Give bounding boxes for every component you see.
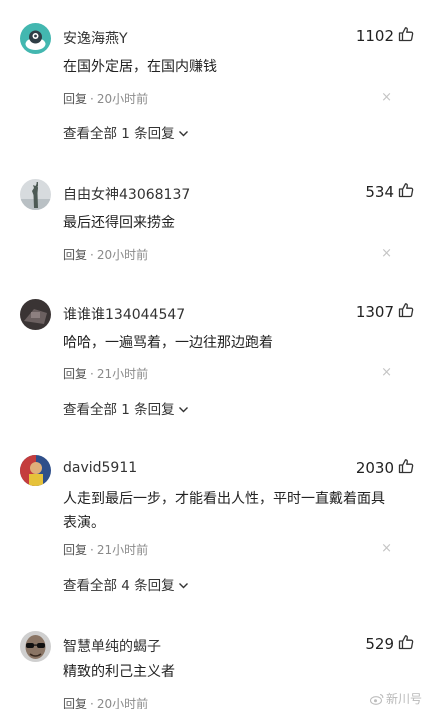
avatar[interactable] [20,631,51,662]
watermark-text: 新川号 [385,692,422,706]
comment-meta: 回复 · 21小时前 [63,365,148,382]
comment-meta: 回复 · 21小时前 [63,541,148,558]
close-icon[interactable]: × [381,91,392,105]
watermark: 新川号 [369,690,422,707]
chevron-down-icon [178,583,188,589]
like-count: 2030 [355,459,394,477]
thumbs-up-icon[interactable] [398,26,414,42]
thumbs-up-icon[interactable] [398,458,414,474]
reply-button[interactable]: 回复 [63,92,87,106]
view-replies-label: 查看全部 4 条回复 [63,578,175,594]
chevron-down-icon [178,407,188,413]
thumbs-up-icon[interactable] [398,634,414,650]
separator: · [90,248,94,262]
avatar[interactable] [20,455,51,486]
comment-text: 哈哈，一遍骂着，一边往那边跑着 [63,335,273,351]
separator: · [90,697,94,709]
like-count: 534 [365,183,394,201]
reply-button[interactable]: 回复 [63,367,87,381]
username[interactable]: david5911 [63,460,137,476]
reply-button[interactable]: 回复 [63,248,87,262]
sunglasses-man-avatar-icon [20,631,51,662]
comment-meta: 回复 · 20小时前 [63,90,148,107]
thumbs-up-icon[interactable] [398,182,414,198]
chevron-down-icon [178,131,188,137]
avatar[interactable] [20,299,51,330]
statue-of-liberty-avatar-icon [20,179,51,210]
username[interactable]: 安逸海燕Y [63,28,128,48]
comment-text: 最后还得回来捞金 [63,215,175,231]
close-icon[interactable]: × [381,247,392,261]
view-replies-label: 查看全部 1 条回复 [63,126,175,142]
timestamp: 20小时前 [96,92,149,106]
separator: · [90,367,94,381]
view-replies-button[interactable]: 查看全部 1 条回复 [63,398,189,418]
view-replies-button[interactable]: 查看全部 1 条回复 [63,122,189,142]
colorful-avatar-icon [20,455,51,486]
view-replies-button[interactable]: 查看全部 4 条回复 [63,574,189,594]
like-count: 1307 [355,303,394,321]
username[interactable]: 谁谁谁134044547 [63,304,185,324]
like-count: 1102 [355,27,394,45]
weibo-logo-icon [369,693,384,705]
timestamp: 21小时前 [96,367,149,381]
reply-button[interactable]: 回复 [63,543,87,557]
timestamp: 21小时前 [96,543,149,557]
thumbs-up-icon[interactable] [398,302,414,318]
comment-text: 精致的利己主义者 [63,664,175,680]
comment-meta: 回复 · 20小时前 [63,695,148,709]
separator: · [90,543,94,557]
close-icon[interactable]: × [381,366,392,380]
avatar[interactable] [20,179,51,210]
reply-button[interactable]: 回复 [63,697,87,709]
view-replies-label: 查看全部 1 条回复 [63,402,175,418]
like-count: 529 [365,635,394,653]
username[interactable]: 智慧单纯的蝎子 [63,636,161,656]
timestamp: 20小时前 [96,248,149,262]
comment-text: 在国外定居，在国内赚钱 [63,59,217,75]
teal-bird-avatar-icon [20,23,51,54]
avatar[interactable] [20,23,51,54]
comment-list: 安逸海燕Y 1102 在国外定居，在国内赚钱 回复 · 20小时前 × 查看全部 1… [0,0,428,709]
separator: · [90,92,94,106]
timestamp: 20小时前 [96,697,149,709]
username[interactable]: 自由女神43068137 [63,184,190,204]
comment-text: 人走到最后一步，才能看出人性，平时一直戴着面具表演。 [63,491,385,531]
close-icon[interactable]: × [381,542,392,556]
comment-meta: 回复 · 20小时前 [63,246,148,263]
dark-photo-avatar-icon [20,299,51,330]
